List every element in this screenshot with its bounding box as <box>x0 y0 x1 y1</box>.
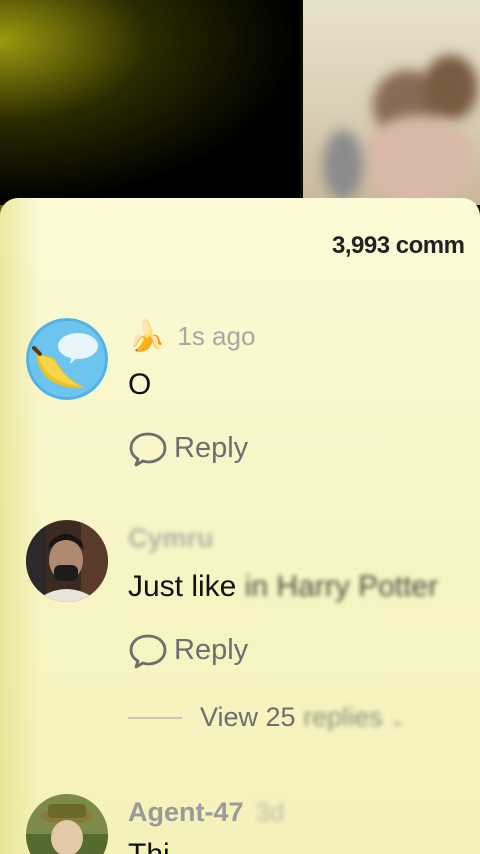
comment-header: 🍌 1s ago <box>128 318 255 354</box>
comments-count: 3,993 comm <box>332 232 465 259</box>
reply-label: Reply <box>174 633 249 666</box>
view-replies-button[interactable]: View 25 replies ⌄ <box>128 702 405 733</box>
comment-text: Thi <box>128 838 170 854</box>
speech-bubble-icon <box>129 432 167 467</box>
speech-bubble-icon <box>129 634 167 669</box>
comment-timestamp: 3d <box>255 796 285 827</box>
video-player-thumbnail[interactable] <box>303 0 480 205</box>
comment-text: O <box>128 368 152 401</box>
comment-text-blurred: in Harry Potter <box>244 570 439 603</box>
banana-avatar-icon <box>26 318 108 400</box>
video-player-dark-area[interactable] <box>0 0 300 205</box>
comment-header: Agent-47 3d <box>128 794 284 830</box>
app-root: 3,993 comm 🍌 1s ago O Reply Cymru Just l… <box>0 0 480 854</box>
view-replies-label: View 25 <box>200 702 304 732</box>
view-replies-blurred: replies <box>303 702 383 732</box>
comments-sheet: 3,993 comm 🍌 1s ago O Reply Cymru Just l… <box>0 198 480 854</box>
comment-text: Just like in Harry Potter <box>128 570 438 604</box>
chevron-down-icon: ⌄ <box>390 710 406 730</box>
comment-text-visible: Just like <box>128 570 245 603</box>
reply-button[interactable]: Reply <box>128 630 248 670</box>
reply-button[interactable]: Reply <box>128 428 248 468</box>
comment-author[interactable]: Cymru <box>128 523 214 554</box>
avatar[interactable] <box>26 520 108 602</box>
comment-timestamp: 1s ago <box>177 320 256 351</box>
comment-header: Cymru <box>128 520 214 556</box>
comment-author[interactable]: Agent-47 <box>128 797 244 828</box>
view-replies-divider <box>128 716 182 719</box>
banana-emoji-icon[interactable]: 🍌 <box>128 319 165 354</box>
avatar[interactable] <box>26 794 108 854</box>
user-photo-icon <box>26 794 108 854</box>
user-photo-icon <box>26 520 108 602</box>
sheet-edge-glow <box>0 198 40 854</box>
reply-label: Reply <box>174 431 249 464</box>
avatar[interactable] <box>26 318 108 400</box>
